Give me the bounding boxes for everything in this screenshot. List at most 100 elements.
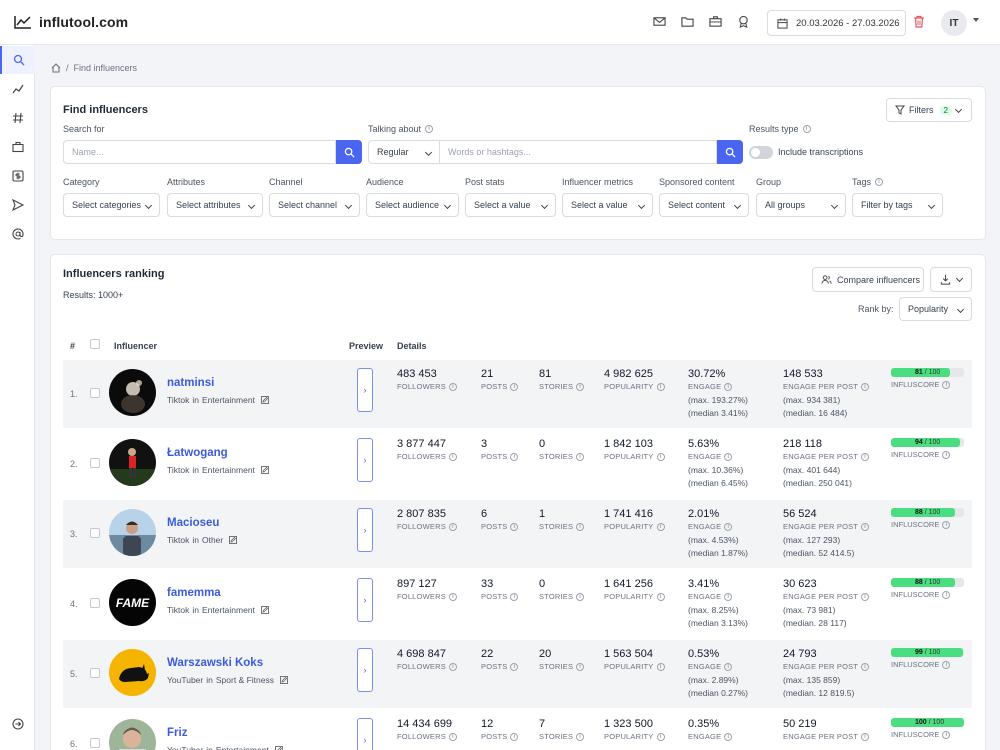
- edit-icon[interactable]: [261, 466, 269, 474]
- filters-button[interactable]: Filters 2: [886, 98, 972, 122]
- category-select[interactable]: Select categories: [63, 193, 160, 217]
- words-search-field[interactable]: [440, 140, 717, 164]
- info-icon[interactable]: i: [861, 662, 870, 671]
- info-icon[interactable]: i: [425, 125, 434, 133]
- mail-icon[interactable]: [652, 14, 666, 28]
- name-search-field[interactable]: [63, 140, 336, 164]
- sidebar-item-messages[interactable]: [0, 191, 35, 219]
- row-checkbox[interactable]: [90, 528, 100, 538]
- sidebar-item-billing[interactable]: [0, 162, 35, 190]
- row-checkbox[interactable]: [90, 668, 100, 678]
- table-row[interactable]: 1. natminsi Tiktok in Entertainment › 483 …: [63, 360, 972, 428]
- name-search-input[interactable]: [72, 147, 335, 157]
- info-icon[interactable]: i: [724, 522, 733, 531]
- trash-icon[interactable]: [913, 15, 925, 31]
- table-row[interactable]: 5. Warszawski Koks YouTuber in Sport & Fit…: [63, 640, 972, 708]
- info-icon[interactable]: i: [448, 662, 457, 671]
- info-icon[interactable]: i: [510, 452, 519, 461]
- info-icon[interactable]: i: [510, 382, 519, 391]
- user-avatar[interactable]: IT: [941, 10, 967, 36]
- sidebar-item-hashtags[interactable]: [0, 104, 35, 132]
- include-transcriptions-toggle[interactable]: [749, 146, 773, 159]
- info-icon[interactable]: i: [942, 450, 951, 459]
- info-icon[interactable]: i: [576, 452, 585, 461]
- preview-button[interactable]: ›: [357, 368, 373, 412]
- influencer-name-link[interactable]: Warszawski Koks: [167, 657, 263, 669]
- info-icon[interactable]: i: [576, 522, 585, 531]
- influencer-avatar[interactable]: [109, 369, 156, 416]
- table-row[interactable]: 4. FAME famemma Tiktok in Entertainment › …: [63, 570, 972, 638]
- sidebar-item-analytics[interactable]: [0, 75, 35, 103]
- home-icon[interactable]: [51, 63, 61, 73]
- sidebar-item-logout[interactable]: [0, 710, 35, 738]
- info-icon[interactable]: i: [861, 382, 870, 391]
- influencer-name-link[interactable]: famemma: [167, 587, 221, 599]
- info-icon[interactable]: i: [724, 382, 733, 391]
- group-select[interactable]: All groups: [756, 193, 846, 217]
- info-icon[interactable]: i: [510, 732, 519, 741]
- download-button[interactable]: [930, 267, 972, 292]
- compare-influencers-button[interactable]: Compare influencers: [812, 267, 924, 292]
- preview-button[interactable]: ›: [357, 508, 373, 552]
- info-icon[interactable]: i: [942, 660, 951, 669]
- row-checkbox[interactable]: [90, 738, 100, 748]
- info-icon[interactable]: i: [576, 732, 585, 741]
- post-stats-select[interactable]: Select a value: [465, 193, 556, 217]
- info-icon[interactable]: i: [724, 662, 733, 671]
- tags-select[interactable]: Filter by tags: [852, 193, 943, 217]
- preview-button[interactable]: ›: [357, 438, 373, 482]
- info-icon[interactable]: i: [576, 662, 585, 671]
- row-checkbox[interactable]: [90, 598, 100, 608]
- edit-icon[interactable]: [261, 396, 269, 404]
- edit-icon[interactable]: [261, 606, 269, 614]
- influencer-avatar[interactable]: [109, 439, 156, 486]
- info-icon[interactable]: i: [942, 380, 951, 389]
- influencer-avatar[interactable]: FAME: [109, 579, 156, 626]
- preview-button[interactable]: ›: [357, 718, 373, 750]
- edit-icon[interactable]: [229, 536, 238, 544]
- name-search-button[interactable]: [336, 140, 362, 164]
- sidebar-item-mentions[interactable]: [0, 220, 35, 248]
- info-icon[interactable]: i: [510, 662, 519, 671]
- sponsored-content-select[interactable]: Select content: [659, 193, 749, 217]
- info-icon[interactable]: i: [875, 178, 884, 186]
- influencer-avatar[interactable]: [109, 649, 156, 696]
- logo[interactable]: influtool.com: [14, 14, 128, 30]
- info-icon[interactable]: i: [656, 452, 665, 461]
- edit-icon[interactable]: [280, 676, 288, 684]
- info-icon[interactable]: i: [448, 732, 457, 741]
- info-icon[interactable]: i: [448, 522, 457, 531]
- words-search-input[interactable]: [448, 147, 716, 157]
- sidebar-item-campaigns[interactable]: [0, 133, 35, 161]
- info-icon[interactable]: i: [724, 452, 733, 461]
- info-icon[interactable]: i: [656, 662, 665, 671]
- channel-select[interactable]: Select channel: [269, 193, 360, 217]
- talking-mode-select[interactable]: Regular: [368, 140, 440, 164]
- info-icon[interactable]: i: [510, 522, 519, 531]
- info-icon[interactable]: i: [656, 382, 665, 391]
- row-checkbox[interactable]: [90, 458, 100, 468]
- info-icon[interactable]: i: [656, 522, 665, 531]
- briefcase-icon[interactable]: [708, 14, 722, 28]
- preview-button[interactable]: ›: [357, 578, 373, 622]
- info-icon[interactable]: i: [724, 592, 733, 601]
- info-icon[interactable]: i: [724, 732, 733, 741]
- info-icon[interactable]: i: [448, 452, 457, 461]
- sidebar-item-search[interactable]: [0, 46, 35, 74]
- influencer-metrics-select[interactable]: Select a value: [562, 193, 653, 217]
- info-icon[interactable]: i: [576, 592, 585, 601]
- info-icon[interactable]: i: [510, 592, 519, 601]
- audience-select[interactable]: Select audience: [366, 193, 459, 217]
- award-icon[interactable]: [736, 14, 750, 28]
- influencer-name-link[interactable]: Friz: [167, 727, 187, 739]
- info-icon[interactable]: i: [861, 522, 870, 531]
- influencer-name-link[interactable]: Macioseu: [167, 517, 219, 529]
- info-icon[interactable]: i: [576, 382, 585, 391]
- table-row[interactable]: 3. Macioseu Tiktok in Other › 2 807 835 FOL…: [63, 500, 972, 568]
- table-row[interactable]: 2. Łatwogang Tiktok in Entertainment › 3 8…: [63, 430, 972, 498]
- preview-button[interactable]: ›: [357, 648, 373, 692]
- words-search-button[interactable]: [717, 140, 743, 164]
- attributes-select[interactable]: Select attributes: [167, 193, 263, 217]
- info-icon[interactable]: i: [656, 592, 665, 601]
- influencer-name-link[interactable]: Łatwogang: [167, 447, 228, 459]
